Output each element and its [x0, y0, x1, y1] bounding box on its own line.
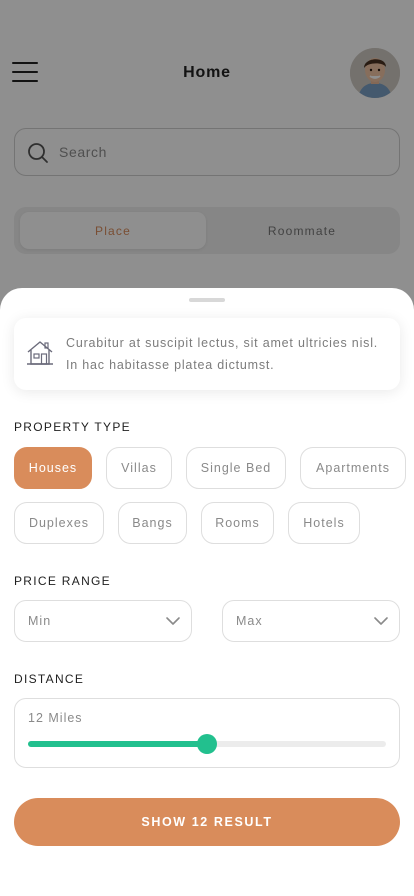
chip-duplexes[interactable]: Duplexes	[14, 502, 104, 544]
chip-villas[interactable]: Villas	[106, 447, 172, 489]
chip-rooms[interactable]: Rooms	[201, 502, 274, 544]
price-max-placeholder: Max	[236, 614, 263, 628]
sheet-drag-handle[interactable]	[189, 298, 225, 302]
distance-value: 12 Miles	[28, 711, 83, 725]
distance-slider-thumb[interactable]	[197, 734, 217, 754]
price-min-placeholder: Min	[28, 614, 52, 628]
price-range-label: PRICE RANGE	[14, 574, 111, 588]
distance-box: 12 Miles	[14, 698, 400, 768]
chip-houses[interactable]: Houses	[14, 447, 92, 489]
house-icon	[27, 341, 53, 365]
show-results-button[interactable]: SHOW 12 RESULT	[14, 798, 400, 846]
property-type-label: PROPERTY TYPE	[14, 420, 131, 434]
info-description: Curabitur at suscipit lectus, sit amet u…	[66, 336, 379, 372]
chip-single-bed[interactable]: Single Bed	[186, 447, 286, 489]
chevron-down-icon	[374, 617, 388, 625]
chip-apartments[interactable]: Apartments	[300, 447, 406, 489]
chevron-down-icon	[166, 617, 180, 625]
chip-hotels[interactable]: Hotels	[288, 502, 360, 544]
price-min-select[interactable]: Min	[14, 600, 192, 642]
distance-label: DISTANCE	[14, 672, 85, 686]
info-card: Curabitur at suscipit lectus, sit amet u…	[14, 318, 400, 390]
distance-slider-fill	[28, 741, 207, 747]
filter-bottom-sheet: Curabitur at suscipit lectus, sit amet u…	[0, 288, 414, 896]
chip-bangs[interactable]: Bangs	[118, 502, 187, 544]
distance-slider-track[interactable]	[28, 734, 386, 754]
price-max-select[interactable]: Max	[222, 600, 400, 642]
